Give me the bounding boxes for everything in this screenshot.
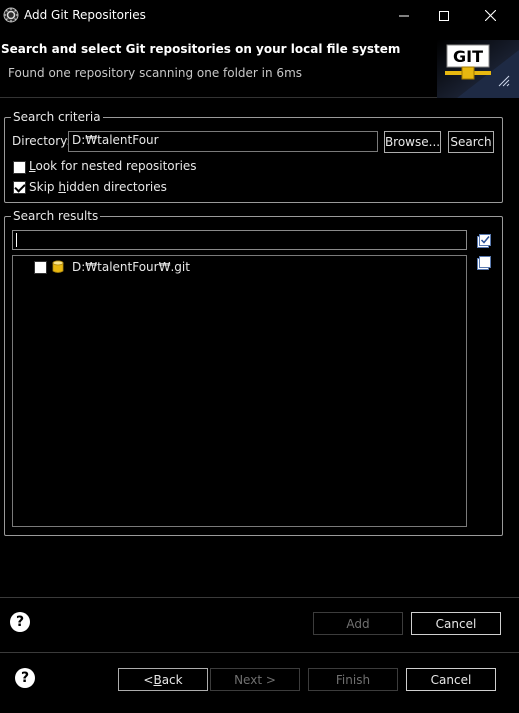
directory-input[interactable]: D:₩talentFour — [68, 131, 378, 152]
results-filter-input[interactable] — [12, 230, 467, 250]
banner-message: Found one repository scanning one folder… — [8, 66, 303, 80]
separator-bottom — [0, 652, 519, 653]
skip-label-rest: idden directories — [65, 180, 167, 194]
back-mnemonic: B — [153, 672, 162, 687]
close-button[interactable] — [467, 0, 513, 31]
repository-icon — [52, 260, 64, 273]
banner-title: Search and select Git repositories on yo… — [1, 42, 401, 56]
git-logo-icon: GIT — [437, 40, 519, 98]
search-button[interactable]: Search — [448, 131, 494, 153]
nested-label-rest: ook for nested repositories — [35, 159, 197, 173]
add-button[interactable]: Add — [313, 612, 403, 635]
skip-label-pre: Skip — [29, 180, 59, 194]
separator-top — [0, 597, 519, 598]
repo-path-label: D:₩talentFour₩.git — [72, 260, 190, 274]
tree-item[interactable]: D:₩talentFour₩.git — [34, 259, 190, 275]
finish-button[interactable]: Finish — [308, 668, 398, 691]
help-icon[interactable]: ? — [10, 612, 30, 632]
repo-checkbox[interactable] — [34, 260, 47, 274]
browse-button[interactable]: Browse... — [384, 131, 441, 153]
wizard-help-icon[interactable]: ? — [15, 668, 35, 688]
deselect-all-icon[interactable] — [477, 256, 491, 270]
select-all-icon[interactable] — [477, 234, 491, 248]
back-button[interactable]: < Back — [118, 668, 208, 691]
next-button[interactable]: Next > — [210, 668, 300, 691]
skip-mnemonic: h — [58, 180, 66, 194]
dialog-cancel-button[interactable]: Cancel — [411, 612, 501, 635]
title-bar: Add Git Repositories — [0, 0, 519, 31]
skip-hidden-checkbox[interactable] — [13, 181, 26, 194]
skip-hidden-label: Skip hidden directories — [29, 180, 167, 194]
text-caret — [16, 232, 17, 247]
window-title: Add Git Repositories — [24, 8, 146, 22]
back-label-rest: ack — [161, 672, 183, 687]
directory-label: Directory: — [12, 134, 71, 148]
maximize-icon — [439, 10, 449, 21]
search-results-label: Search results — [11, 209, 101, 223]
repository-tree: D:₩talentFour₩.git — [12, 255, 467, 527]
back-label-pre: < — [143, 672, 154, 687]
nested-repos-checkbox[interactable] — [13, 161, 26, 174]
wizard-cancel-button[interactable]: Cancel — [406, 668, 496, 691]
search-criteria-label: Search criteria — [11, 110, 103, 124]
maximize-button[interactable] — [421, 0, 467, 31]
wizard-banner: Search and select Git repositories on yo… — [0, 31, 519, 98]
git-logo-text: GIT — [453, 47, 483, 66]
minimize-icon — [399, 15, 409, 16]
nested-repos-label: Look for nested repositories — [29, 159, 197, 173]
eclipse-app-icon — [3, 7, 19, 23]
close-icon — [484, 10, 496, 21]
